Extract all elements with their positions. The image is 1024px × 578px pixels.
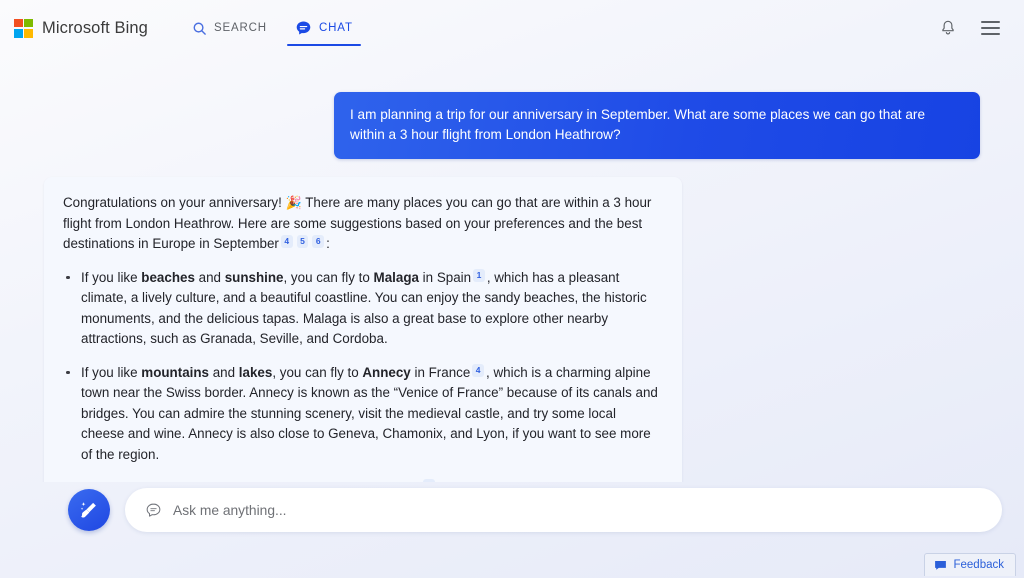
feedback-bubble-icon: [934, 559, 947, 572]
search-icon: [192, 21, 207, 36]
intro-text-part1: Congratulations on your anniversary!: [63, 195, 282, 210]
chat-input-container[interactable]: [125, 488, 1002, 532]
chat-bubble-icon: [295, 20, 312, 37]
search-input[interactable]: [173, 488, 982, 532]
tab-chat[interactable]: CHAT: [285, 0, 363, 56]
notifications-button[interactable]: [939, 19, 957, 37]
intro-colon: :: [326, 236, 330, 251]
conversation-scroll-area[interactable]: I am planning a trip for our anniversary…: [0, 56, 1024, 482]
header-tabs: SEARCH CHAT: [182, 0, 363, 56]
destination-name: Malaga: [373, 269, 419, 285]
bullet-keyword-primary: beaches: [141, 269, 195, 285]
bullet-lead-text: If you like: [81, 364, 142, 380]
new-topic-button[interactable]: [68, 489, 110, 531]
user-message-bubble: I am planning a trip for our anniversary…: [334, 92, 980, 159]
bullet-mid-text-2: , you can fly to: [283, 269, 374, 285]
tab-search[interactable]: SEARCH: [182, 0, 277, 56]
main-menu-button[interactable]: [981, 21, 1000, 35]
destination-country: in France: [410, 364, 471, 380]
header-actions: [939, 19, 1006, 37]
tab-chat-label: CHAT: [318, 22, 353, 34]
bullet-keyword-secondary: sunshine: [224, 269, 284, 285]
bullet-mid-text: and: [194, 269, 225, 285]
microsoft-logo-icon: [14, 18, 33, 38]
citation-badge[interactable]: 6: [312, 235, 325, 248]
hamburger-menu-icon: [981, 21, 1000, 35]
response-intro-paragraph: Congratulations on your anniversary! 🎉 T…: [63, 193, 662, 255]
tab-search-label: SEARCH: [213, 22, 267, 34]
bell-icon: [939, 19, 957, 37]
composer-bar: [0, 482, 1024, 538]
party-popper-emoji-icon: 🎉: [285, 195, 302, 210]
bullet-lead-text: If you like: [81, 269, 142, 285]
chat-bubble-outline-icon: [145, 502, 162, 519]
bullet-mid-text-2: , you can fly to: [272, 364, 363, 380]
bing-brand-link[interactable]: Microsoft Bing: [14, 18, 148, 38]
list-item: If you like mountains and lakes, you can…: [63, 363, 662, 466]
bullet-mid-text: and: [209, 364, 239, 380]
citation-badge[interactable]: 4: [280, 235, 293, 248]
destination-country: in Spain: [418, 269, 472, 285]
list-item: If you like beaches and sunshine, you ca…: [63, 268, 662, 350]
feedback-button[interactable]: Feedback: [924, 553, 1016, 576]
bullet-keyword-secondary: lakes: [238, 364, 273, 380]
citation-badge[interactable]: 1: [473, 268, 485, 282]
destination-name: Annecy: [362, 364, 411, 380]
feedback-label: Feedback: [953, 559, 1004, 571]
bullet-keyword-primary: mountains: [141, 364, 209, 380]
brand-name-label: Microsoft Bing: [42, 18, 148, 37]
assistant-message-row: Congratulations on your anniversary! 🎉 T…: [44, 159, 980, 482]
app-header: Microsoft Bing SEARCH CHAT: [0, 0, 1024, 56]
broom-new-topic-icon: [78, 499, 100, 521]
citation-badge[interactable]: 4: [472, 363, 485, 377]
suggestions-list: If you like beaches and sunshine, you ca…: [63, 268, 662, 482]
user-message-row: I am planning a trip for our anniversary…: [44, 56, 980, 159]
assistant-response-card: Congratulations on your anniversary! 🎉 T…: [44, 177, 682, 482]
citation-badge[interactable]: 5: [296, 235, 309, 248]
